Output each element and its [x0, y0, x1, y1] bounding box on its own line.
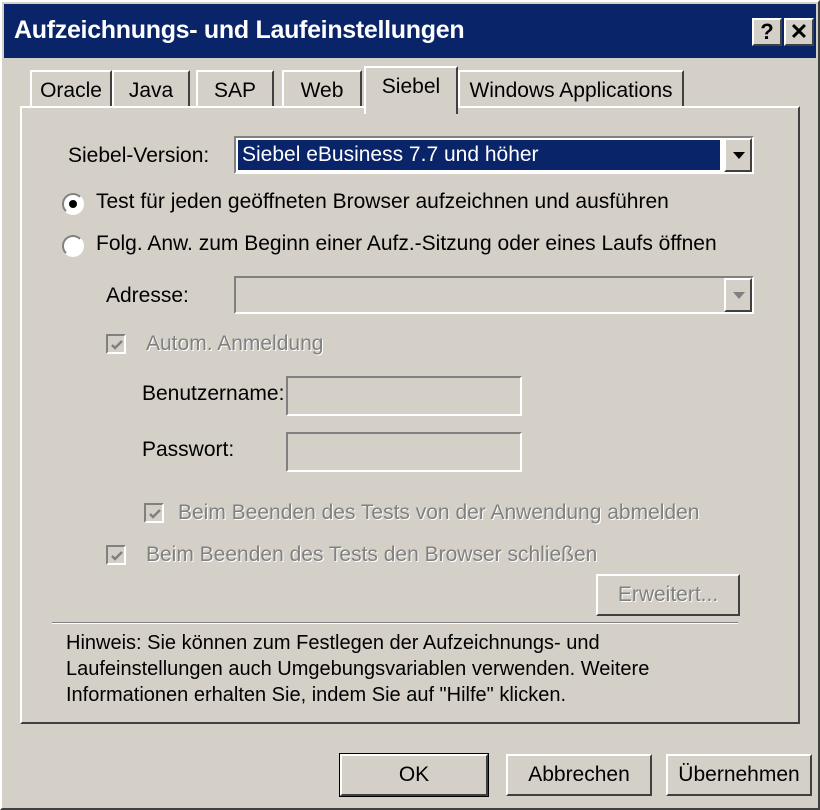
dropdown-button[interactable]	[724, 138, 752, 172]
close-browser-checkbox[interactable]	[106, 545, 126, 565]
username-label: Benutzername:	[142, 382, 285, 405]
siebel-version-value: Siebel eBusiness 7.7 und höher	[238, 140, 720, 170]
checkmark-icon	[111, 551, 123, 561]
address-dropdown[interactable]	[234, 276, 754, 314]
auto-login-label: Autom. Anmeldung	[146, 332, 324, 355]
ok-button[interactable]: OK	[339, 753, 489, 797]
advanced-button[interactable]: Erweitert...	[596, 574, 740, 616]
logout-checkbox[interactable]	[144, 503, 164, 523]
siebel-version-label: Siebel-Version:	[68, 144, 210, 167]
close-icon: ✕	[789, 19, 809, 44]
radio-open-app-label: Folg. Anw. zum Beginn einer Aufz.-Sitzun…	[96, 232, 717, 255]
help-icon: ?	[760, 19, 774, 44]
hint-note: Hinweis: Sie können zum Festlegen der Au…	[66, 632, 650, 706]
address-label: Adresse:	[106, 284, 189, 307]
dialog-window: Aufzeichnungs- und Laufeinstellungen ? ✕…	[0, 0, 820, 810]
radio-any-browser-label: Test für jeden geöffneten Browser aufzei…	[96, 190, 669, 213]
divider	[52, 622, 738, 624]
dialog-title: Aufzeichnungs- und Laufeinstellungen	[14, 16, 465, 44]
auto-login-checkbox[interactable]	[106, 334, 126, 354]
logout-label: Beim Beenden des Tests von der Anwendung…	[178, 501, 700, 524]
password-field[interactable]	[286, 432, 522, 472]
dropdown-button[interactable]	[724, 278, 752, 312]
checkmark-icon	[111, 340, 123, 350]
radio-any-browser[interactable]	[62, 193, 84, 215]
help-button[interactable]: ?	[752, 18, 782, 46]
password-label: Passwort:	[142, 438, 235, 461]
chevron-down-icon	[733, 292, 745, 299]
close-button[interactable]: ✕	[784, 18, 814, 46]
tab-siebel[interactable]: Siebel	[364, 66, 458, 114]
checkmark-icon	[149, 509, 161, 519]
apply-button[interactable]: Übernehmen	[666, 754, 812, 796]
cancel-button[interactable]: Abbrechen	[506, 754, 652, 796]
radio-open-app[interactable]	[62, 235, 84, 257]
chevron-down-icon	[733, 152, 745, 159]
radio-selected-dot	[69, 200, 77, 208]
username-field[interactable]	[286, 376, 522, 416]
close-browser-label: Beim Beenden des Tests den Browser schli…	[146, 543, 598, 566]
title-bar[interactable]: Aufzeichnungs- und Laufeinstellungen ? ✕	[4, 4, 816, 58]
siebel-version-dropdown[interactable]: Siebel eBusiness 7.7 und höher	[234, 136, 754, 174]
